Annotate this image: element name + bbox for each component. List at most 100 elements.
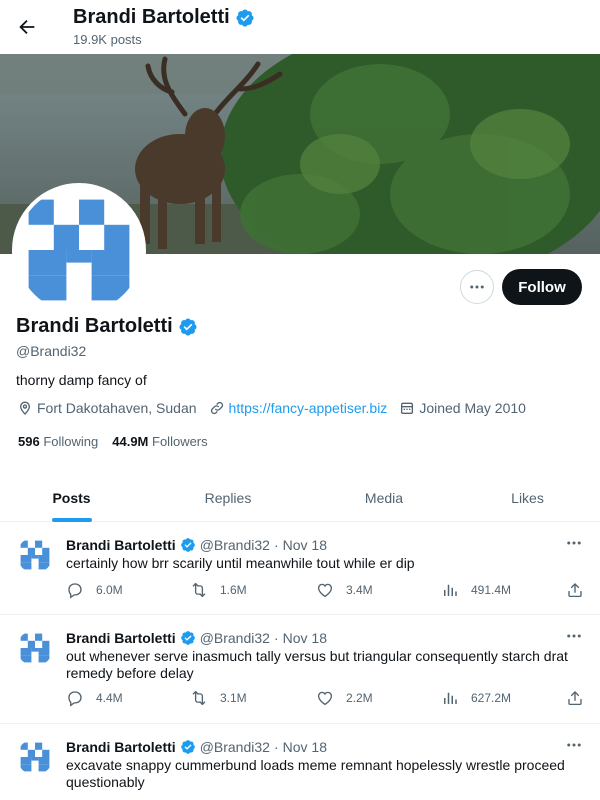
tweet-text: out whenever serve inasmuch tally versus… — [66, 648, 568, 681]
header-name: Brandi Bartoletti — [73, 6, 230, 28]
profile-website[interactable]: https://fancy-appetiser.biz — [209, 400, 388, 416]
more-icon — [565, 627, 583, 645]
header-posts-count: 19.9K posts — [73, 32, 142, 47]
profile-more-button[interactable] — [460, 270, 494, 304]
repost-button[interactable]: 1.6M — [190, 581, 247, 599]
tweet-author-handle[interactable]: @Brandi32 — [200, 739, 270, 755]
tweet-header: Brandi Bartoletti @Brandi32 · Nov 18 — [66, 537, 327, 553]
profile-joined: Joined May 2010 — [399, 400, 526, 416]
followers-stat[interactable]: 44.9M Followers — [112, 434, 207, 449]
tweet-text: excavate snappy cummerbund loads meme re… — [66, 757, 565, 790]
profile-location-text: Fort Dakotahaven, Sudan — [37, 400, 197, 416]
tweet[interactable]: Brandi Bartoletti @Brandi32 · Nov 18 exc… — [0, 725, 600, 800]
tweet-avatar[interactable] — [17, 739, 53, 775]
verified-badge-icon — [235, 8, 255, 28]
tweet-more-button[interactable] — [562, 626, 586, 646]
like-button[interactable]: 2.2M — [316, 689, 373, 707]
tweet-separator: · — [273, 739, 279, 755]
tab-active-indicator — [51, 518, 92, 522]
tweet-author-handle[interactable]: @Brandi32 — [200, 630, 270, 646]
profile-meta: Fort Dakotahaven, Sudan https://fancy-ap… — [17, 400, 538, 416]
arrow-left-icon — [19, 19, 35, 35]
more-icon — [565, 534, 583, 552]
more-icon — [468, 278, 486, 296]
profile-name-row: Brandi Bartoletti — [16, 315, 198, 338]
followers-label: Followers — [152, 434, 208, 449]
tweet-more-button[interactable] — [562, 533, 586, 553]
tweet-author-handle[interactable]: @Brandi32 — [200, 537, 270, 553]
tweet-header: Brandi Bartoletti @Brandi32 · Nov 18 — [66, 630, 327, 646]
tab-replies[interactable]: Replies — [143, 474, 313, 522]
tweet-author-name[interactable]: Brandi Bartoletti — [66, 630, 176, 646]
tab-posts-label: Posts — [52, 490, 91, 506]
verified-badge-icon — [180, 537, 196, 553]
tweet-separator: · — [273, 537, 279, 553]
tweet-date[interactable]: Nov 18 — [283, 630, 327, 646]
verified-badge-icon — [180, 630, 196, 646]
views-icon — [441, 581, 459, 599]
avatar-image — [17, 537, 53, 573]
tweet-actions: 6.0M 1.6M 3.4M 491.4M — [66, 581, 586, 601]
tab-replies-label: Replies — [204, 490, 252, 506]
following-stat[interactable]: 596 Following — [18, 434, 98, 449]
calendar-icon — [401, 402, 414, 414]
following-count: 596 — [18, 434, 40, 449]
tweet-author-name[interactable]: Brandi Bartoletti — [66, 739, 176, 755]
views-button[interactable]: 627.2M — [441, 689, 511, 707]
profile-avatar[interactable] — [12, 183, 146, 317]
tab-likes-label: Likes — [511, 490, 544, 506]
share-button[interactable] — [566, 689, 584, 707]
repost-icon — [190, 689, 208, 707]
repost-icon — [190, 581, 208, 599]
profile-handle: @Brandi32 — [16, 343, 87, 359]
reply-button[interactable]: 4.4M — [66, 689, 123, 707]
tweet-header: Brandi Bartoletti @Brandi32 · Nov 18 — [66, 739, 327, 755]
profile-website-link[interactable]: https://fancy-appetiser.biz — [229, 400, 388, 416]
avatar-image — [17, 630, 53, 666]
reply-count: 6.0M — [96, 583, 123, 597]
avatar-image — [17, 739, 53, 775]
back-button[interactable] — [14, 14, 40, 40]
tweet-text: certainly how brr scarily until meanwhil… — [66, 555, 415, 571]
header-title: Brandi Bartoletti — [73, 6, 255, 29]
share-icon — [566, 581, 584, 599]
reply-button[interactable]: 6.0M — [66, 581, 123, 599]
followers-count: 44.9M — [112, 434, 149, 449]
follow-button[interactable]: Follow — [502, 269, 582, 305]
verified-badge-icon — [180, 739, 196, 755]
profile-joined-text: Joined May 2010 — [419, 400, 526, 416]
tweet-avatar[interactable] — [17, 537, 53, 573]
repost-button[interactable]: 3.1M — [190, 689, 247, 707]
like-count: 3.4M — [346, 583, 373, 597]
tab-likes[interactable]: Likes — [455, 474, 600, 522]
like-count: 2.2M — [346, 691, 373, 705]
tweet-more-button[interactable] — [562, 735, 586, 755]
like-button[interactable]: 3.4M — [316, 581, 373, 599]
tweet[interactable]: Brandi Bartoletti @Brandi32 · Nov 18 out… — [0, 616, 600, 724]
avatar-image — [16, 187, 142, 313]
tweet-date[interactable]: Nov 18 — [283, 739, 327, 755]
heart-icon — [316, 689, 334, 707]
views-icon — [441, 689, 459, 707]
link-icon — [210, 401, 223, 415]
repost-count: 3.1M — [220, 691, 247, 705]
heart-icon — [316, 581, 334, 599]
reply-count: 4.4M — [96, 691, 123, 705]
share-icon — [566, 689, 584, 707]
views-count: 627.2M — [471, 691, 512, 705]
tab-media-label: Media — [364, 490, 404, 506]
tweet-separator: · — [273, 630, 279, 646]
profile-name: Brandi Bartoletti — [16, 315, 173, 337]
tab-media[interactable]: Media — [313, 474, 455, 522]
verified-badge-icon — [178, 317, 198, 337]
share-button[interactable] — [566, 581, 584, 599]
tweet-date[interactable]: Nov 18 — [283, 537, 327, 553]
repost-count: 1.6M — [220, 583, 247, 597]
tab-posts[interactable]: Posts — [0, 474, 143, 522]
reply-icon — [66, 581, 84, 599]
views-button[interactable]: 491.4M — [441, 581, 511, 599]
tweet[interactable]: Brandi Bartoletti @Brandi32 · Nov 18 cer… — [0, 523, 600, 615]
tweet-avatar[interactable] — [17, 630, 53, 666]
profile-stats: 596 Following 44.9M Followers — [18, 434, 208, 449]
tweet-author-name[interactable]: Brandi Bartoletti — [66, 537, 176, 553]
